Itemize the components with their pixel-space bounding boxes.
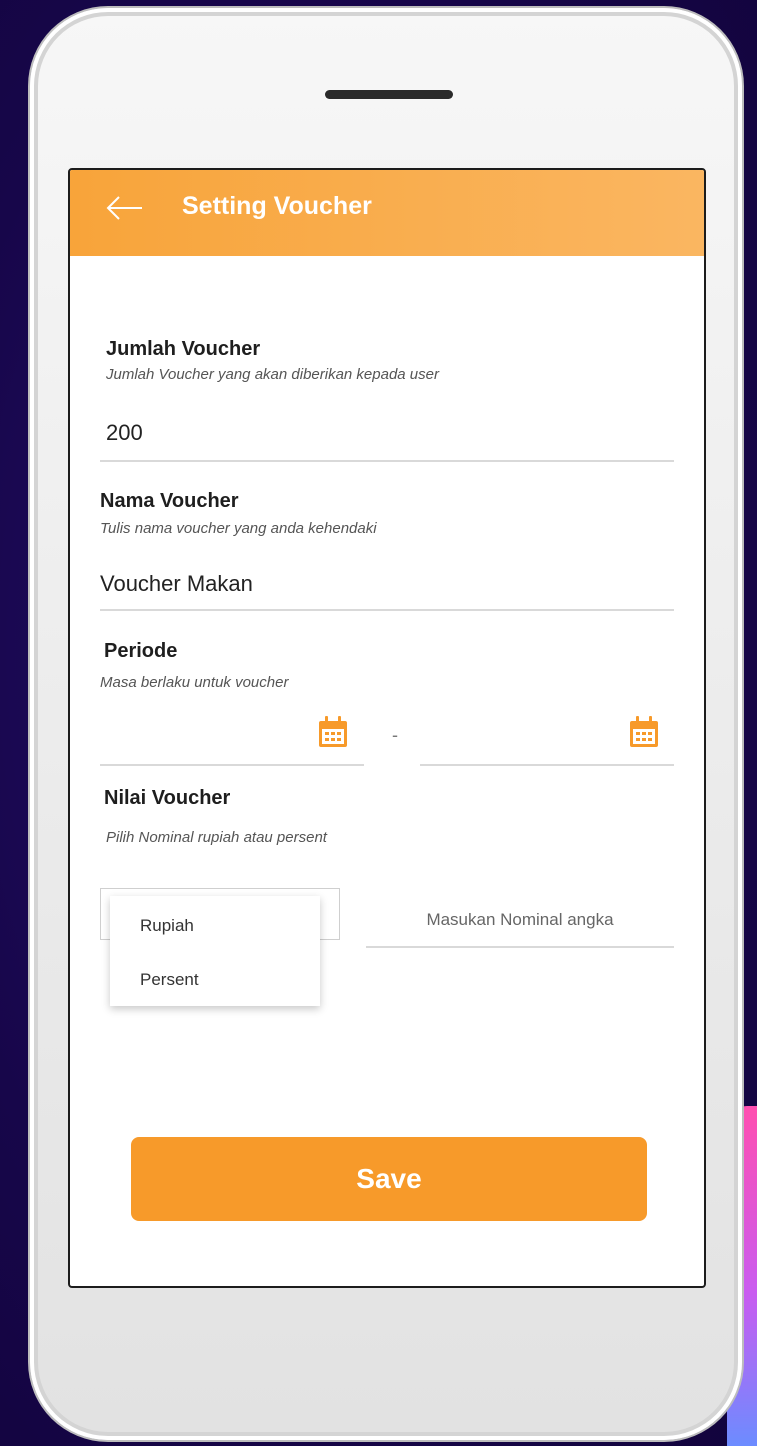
dropdown-option-rupiah[interactable]: Rupiah	[140, 916, 194, 936]
nama-voucher-input[interactable]: Voucher Makan	[100, 571, 253, 597]
page-title: Setting Voucher	[182, 192, 372, 220]
dropdown-option-persent[interactable]: Persent	[140, 970, 199, 990]
periode-label: Periode	[104, 640, 178, 662]
nominal-underline	[366, 946, 674, 948]
periode-hint: Masa berlaku untuk voucher	[100, 674, 289, 691]
nominal-input[interactable]	[366, 898, 674, 942]
app-screen: Setting Voucher Jumlah Voucher Jumlah Vo…	[68, 168, 706, 1288]
phone-frame: Setting Voucher Jumlah Voucher Jumlah Vo…	[30, 8, 742, 1440]
periode-end-underline	[420, 764, 674, 766]
jumlah-voucher-hint: Jumlah Voucher yang akan diberikan kepad…	[106, 366, 439, 383]
jumlah-voucher-label: Jumlah Voucher	[106, 338, 261, 360]
periode-separator: -	[392, 725, 398, 745]
calendar-icon[interactable]	[318, 715, 348, 749]
app-bar: Setting Voucher	[70, 170, 704, 256]
jumlah-voucher-underline	[100, 460, 674, 462]
save-button[interactable]: Save	[131, 1137, 647, 1221]
nilai-type-dropdown: Rupiah Persent	[110, 896, 320, 1006]
arrow-left-icon[interactable]	[104, 188, 144, 228]
nama-voucher-underline	[100, 609, 674, 611]
stage: Setting Voucher Jumlah Voucher Jumlah Vo…	[0, 0, 757, 1446]
nama-voucher-hint: Tulis nama voucher yang anda kehendaki	[100, 520, 377, 537]
jumlah-voucher-input[interactable]: 200	[106, 420, 143, 446]
nilai-voucher-hint: Pilih Nominal rupiah atau persent	[106, 829, 327, 846]
periode-start-underline	[100, 764, 364, 766]
phone-speaker	[325, 90, 453, 99]
nilai-voucher-label: Nilai Voucher	[104, 787, 231, 809]
calendar-icon[interactable]	[629, 715, 659, 749]
nama-voucher-label: Nama Voucher	[100, 490, 239, 512]
